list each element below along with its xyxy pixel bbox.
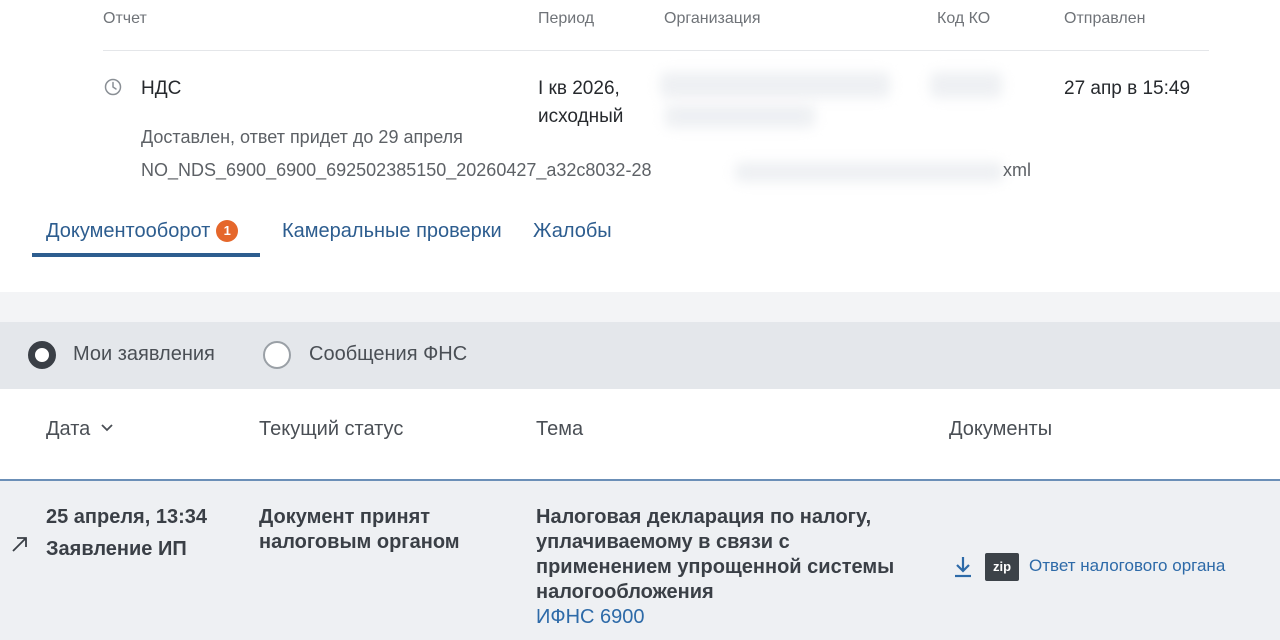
report-filename[interactable]: NO_NDS_6900_6900_692502385150_20260427_a…: [141, 160, 651, 181]
tab-complaints[interactable]: Жалобы: [533, 220, 612, 243]
row-topic-line2: уплачиваемому в связи с: [536, 531, 790, 553]
organization-redacted: [660, 72, 890, 98]
report-period-line1: I кв 2026,: [538, 78, 620, 99]
sort-by-date[interactable]: Дата: [46, 418, 114, 441]
radio-my-applications-label[interactable]: Мои заявления: [73, 343, 215, 366]
col-header-sent: Отправлен: [1064, 10, 1146, 27]
col-header-organization: Организация: [664, 10, 761, 27]
report-sent-date: 27 апр в 15:49: [1064, 78, 1191, 99]
filename-redacted: [735, 162, 1003, 182]
header-divider: [103, 50, 1209, 51]
tab-desk-audits[interactable]: Камеральные проверки: [282, 220, 502, 243]
download-icon[interactable]: [953, 555, 973, 579]
tab-document-flow[interactable]: Документооборот 1: [46, 220, 239, 243]
th-date-label: Дата: [46, 418, 91, 440]
report-status: Доставлен, ответ придет до 29 апреля: [141, 127, 463, 147]
report-filename-ext: xml: [1003, 160, 1031, 180]
radio-my-applications[interactable]: [28, 341, 56, 369]
th-documents: Документы: [949, 418, 1053, 440]
col-header-code: Код КО: [937, 10, 991, 27]
clock-icon: [104, 78, 122, 96]
col-header-period: Период: [538, 10, 595, 27]
arrow-up-right-icon: [12, 537, 27, 552]
row-topic-line1: Налоговая декларация по налогу,: [536, 506, 872, 528]
code-redacted: [930, 72, 1002, 98]
row-status-line1: Документ принят: [259, 506, 431, 528]
chevron-down-icon: [101, 424, 113, 432]
tab-document-flow-label: Документооборот: [46, 220, 211, 242]
row-date: 25 апреля, 13:34: [46, 506, 207, 528]
zip-file-badge: zip: [985, 553, 1019, 581]
row-topic-line3: применением упрощенной системы: [536, 556, 895, 578]
row-inspection-link[interactable]: ИФНС 6900: [536, 604, 645, 630]
row-status-line2: налоговым органом: [259, 531, 460, 553]
row-topic-line4: налогообложения: [536, 581, 714, 603]
active-tab-indicator: [32, 253, 260, 257]
radio-fns-messages[interactable]: [263, 341, 291, 369]
notification-badge: 1: [216, 220, 239, 242]
th-status: Текущий статус: [259, 418, 404, 440]
radio-fns-messages-label[interactable]: Сообщения ФНС: [309, 343, 467, 366]
report-name[interactable]: НДС: [141, 78, 181, 100]
th-topic: Тема: [536, 418, 584, 440]
col-header-report: Отчет: [103, 10, 147, 27]
tax-authority-response-link[interactable]: Ответ налогового органа: [1029, 556, 1225, 576]
organization-redacted-2: [665, 104, 815, 128]
report-period-line2: исходный: [538, 106, 624, 127]
section-gap: [0, 292, 1280, 322]
row-type: Заявление ИП: [46, 538, 187, 560]
